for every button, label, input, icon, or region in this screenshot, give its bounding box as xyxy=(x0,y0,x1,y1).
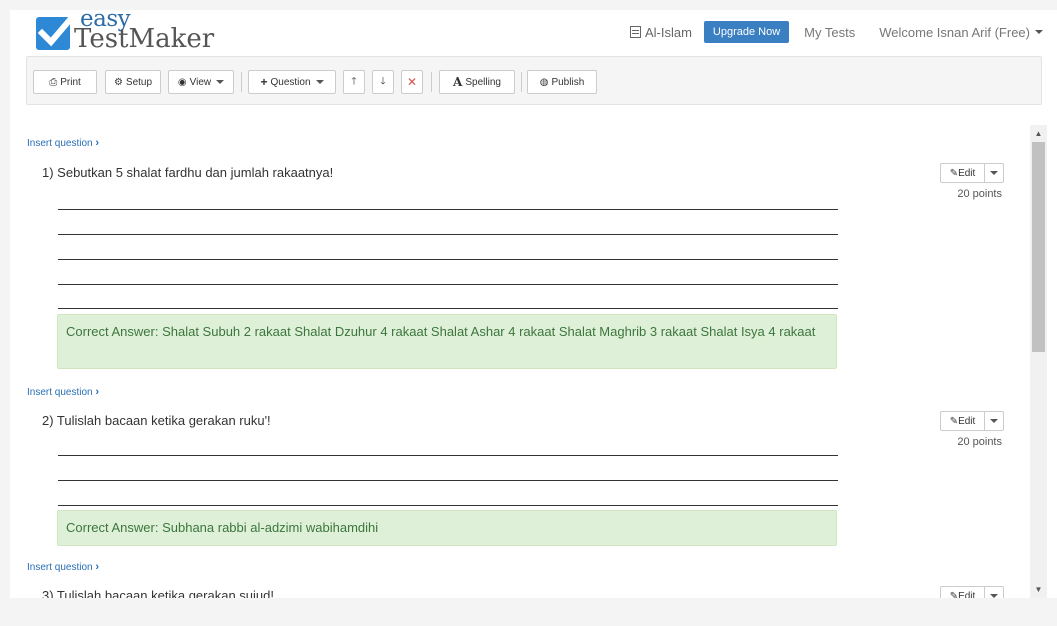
chevron-down-icon xyxy=(1035,30,1043,34)
edit-button-label[interactable]: ✎ Edit xyxy=(941,164,985,182)
question-1-text[interactable]: 1) Sebutkan 5 shalat fardhu dan jumlah r… xyxy=(42,165,333,180)
publish-label: Publish xyxy=(551,76,585,88)
edit-label: Edit xyxy=(958,590,976,599)
answer-line xyxy=(58,259,838,260)
welcome-label: Welcome Isnan Arif (Free) xyxy=(879,24,1030,40)
user-menu[interactable]: Welcome Isnan Arif (Free) xyxy=(879,25,1043,40)
answer-line xyxy=(58,308,838,309)
insert-question-label: Insert question xyxy=(27,138,93,149)
answer-line xyxy=(58,209,838,210)
scroll-down-icon[interactable]: ▼ xyxy=(1030,581,1047,598)
move-up-button[interactable]: 🡑 xyxy=(343,70,365,94)
chevron-down-icon xyxy=(990,419,998,423)
spelling-button[interactable]: A Spelling xyxy=(439,70,515,94)
chevron-right-icon: › xyxy=(95,137,100,149)
spelling-label: Spelling xyxy=(465,76,501,88)
insert-question-label: Insert question xyxy=(27,387,93,398)
view-label: View xyxy=(189,76,212,88)
edit-dropdown-toggle[interactable] xyxy=(985,587,1003,598)
question-2-points: 20 points xyxy=(957,436,1002,448)
header: easy TestMaker Al-Islam Upgrade Now My T… xyxy=(10,10,1057,54)
edit-question-2-button[interactable]: ✎ Edit xyxy=(940,411,1004,431)
delete-button[interactable]: ✕ xyxy=(401,70,423,94)
question-2-correct-answer: Correct Answer: Subhana rabbi al-adzimi … xyxy=(57,510,837,546)
close-icon: ✕ xyxy=(406,75,418,89)
subject-link[interactable]: Al-Islam xyxy=(629,24,692,40)
chevron-down-icon xyxy=(216,80,225,84)
check-logo-icon xyxy=(36,11,76,50)
print-button[interactable]: ⎙ Print xyxy=(33,70,97,94)
insert-question-link[interactable]: Insert question › xyxy=(27,137,99,149)
toolbar: ⎙ Print ⚙ Setup ◉ View + Question 🡑 🡓 ✕ xyxy=(26,56,1042,105)
chevron-down-icon xyxy=(990,171,998,175)
my-tests-link[interactable]: My Tests xyxy=(804,25,855,40)
top-nav: Al-Islam Upgrade Now My Tests Welcome Is… xyxy=(629,20,1057,44)
test-content: Insert question › 1) Sebutkan 5 shalat f… xyxy=(10,125,1030,598)
scrollbar-thumb[interactable] xyxy=(1032,142,1045,352)
answer-line xyxy=(58,284,838,285)
move-down-button[interactable]: 🡓 xyxy=(372,70,394,94)
question-button[interactable]: + Question xyxy=(248,70,336,94)
app-window: easy TestMaker Al-Islam Upgrade Now My T… xyxy=(10,10,1057,598)
pencil-icon: ✎ xyxy=(949,167,959,179)
view-button[interactable]: ◉ View xyxy=(168,70,234,94)
question-1-correct-answer: Correct Answer: Shalat Subuh 2 rakaat Sh… xyxy=(57,314,837,369)
vertical-scrollbar[interactable]: ▲ ▼ xyxy=(1030,125,1047,598)
pencil-icon: ✎ xyxy=(949,415,959,427)
question-1-points: 20 points xyxy=(957,188,1002,200)
toolbar-divider xyxy=(431,72,432,92)
edit-dropdown-toggle[interactable] xyxy=(985,412,1003,430)
logo[interactable]: easy TestMaker xyxy=(36,10,236,54)
answer-line xyxy=(58,234,838,235)
question-3-text[interactable]: 3) Tulislah bacaan ketika gerakan sujud! xyxy=(42,588,274,598)
arrow-up-icon: 🡑 xyxy=(351,75,357,87)
setup-button[interactable]: ⚙ Setup xyxy=(105,70,161,94)
edit-question-3-button[interactable]: ✎ Edit xyxy=(940,586,1004,598)
edit-label: Edit xyxy=(958,167,976,179)
book-icon xyxy=(629,26,641,38)
toolbar-divider xyxy=(241,72,242,92)
question-label: Question xyxy=(270,76,311,88)
logo-testmaker-text: TestMaker xyxy=(74,24,215,54)
scroll-up-icon[interactable]: ▲ xyxy=(1030,125,1047,142)
chevron-right-icon: › xyxy=(95,386,100,398)
answer-line xyxy=(58,455,838,456)
chevron-down-icon xyxy=(315,80,324,84)
question-2-text[interactable]: 2) Tulislah bacaan ketika gerakan ruku'! xyxy=(42,413,271,428)
insert-question-label: Insert question xyxy=(27,562,93,573)
chevron-down-icon xyxy=(990,594,998,598)
edit-button-label[interactable]: ✎ Edit xyxy=(941,412,985,430)
setup-label: Setup xyxy=(125,76,153,88)
chevron-right-icon: › xyxy=(95,561,100,573)
edit-dropdown-toggle[interactable] xyxy=(985,164,1003,182)
publish-button[interactable]: ◍ Publish xyxy=(527,70,597,94)
gear-icon: ⚙ xyxy=(113,76,123,88)
subject-label: Al-Islam xyxy=(644,24,692,40)
edit-button-label[interactable]: ✎ Edit xyxy=(941,587,985,598)
eye-icon: ◉ xyxy=(177,76,187,88)
upgrade-button[interactable]: Upgrade Now xyxy=(703,21,790,43)
insert-question-link[interactable]: Insert question › xyxy=(27,561,99,573)
insert-question-link[interactable]: Insert question › xyxy=(27,386,99,398)
toolbar-divider xyxy=(521,72,522,92)
print-label: Print xyxy=(60,76,81,88)
plus-icon: + xyxy=(260,75,268,89)
printer-icon: ⎙ xyxy=(49,76,58,88)
spelling-icon: A xyxy=(453,75,463,89)
edit-question-1-button[interactable]: ✎ Edit xyxy=(940,163,1004,183)
answer-line xyxy=(58,505,838,506)
arrow-down-icon: 🡓 xyxy=(380,75,386,87)
answer-line xyxy=(58,480,838,481)
pencil-icon: ✎ xyxy=(949,590,959,599)
edit-label: Edit xyxy=(958,415,976,427)
globe-icon: ◍ xyxy=(539,76,549,88)
